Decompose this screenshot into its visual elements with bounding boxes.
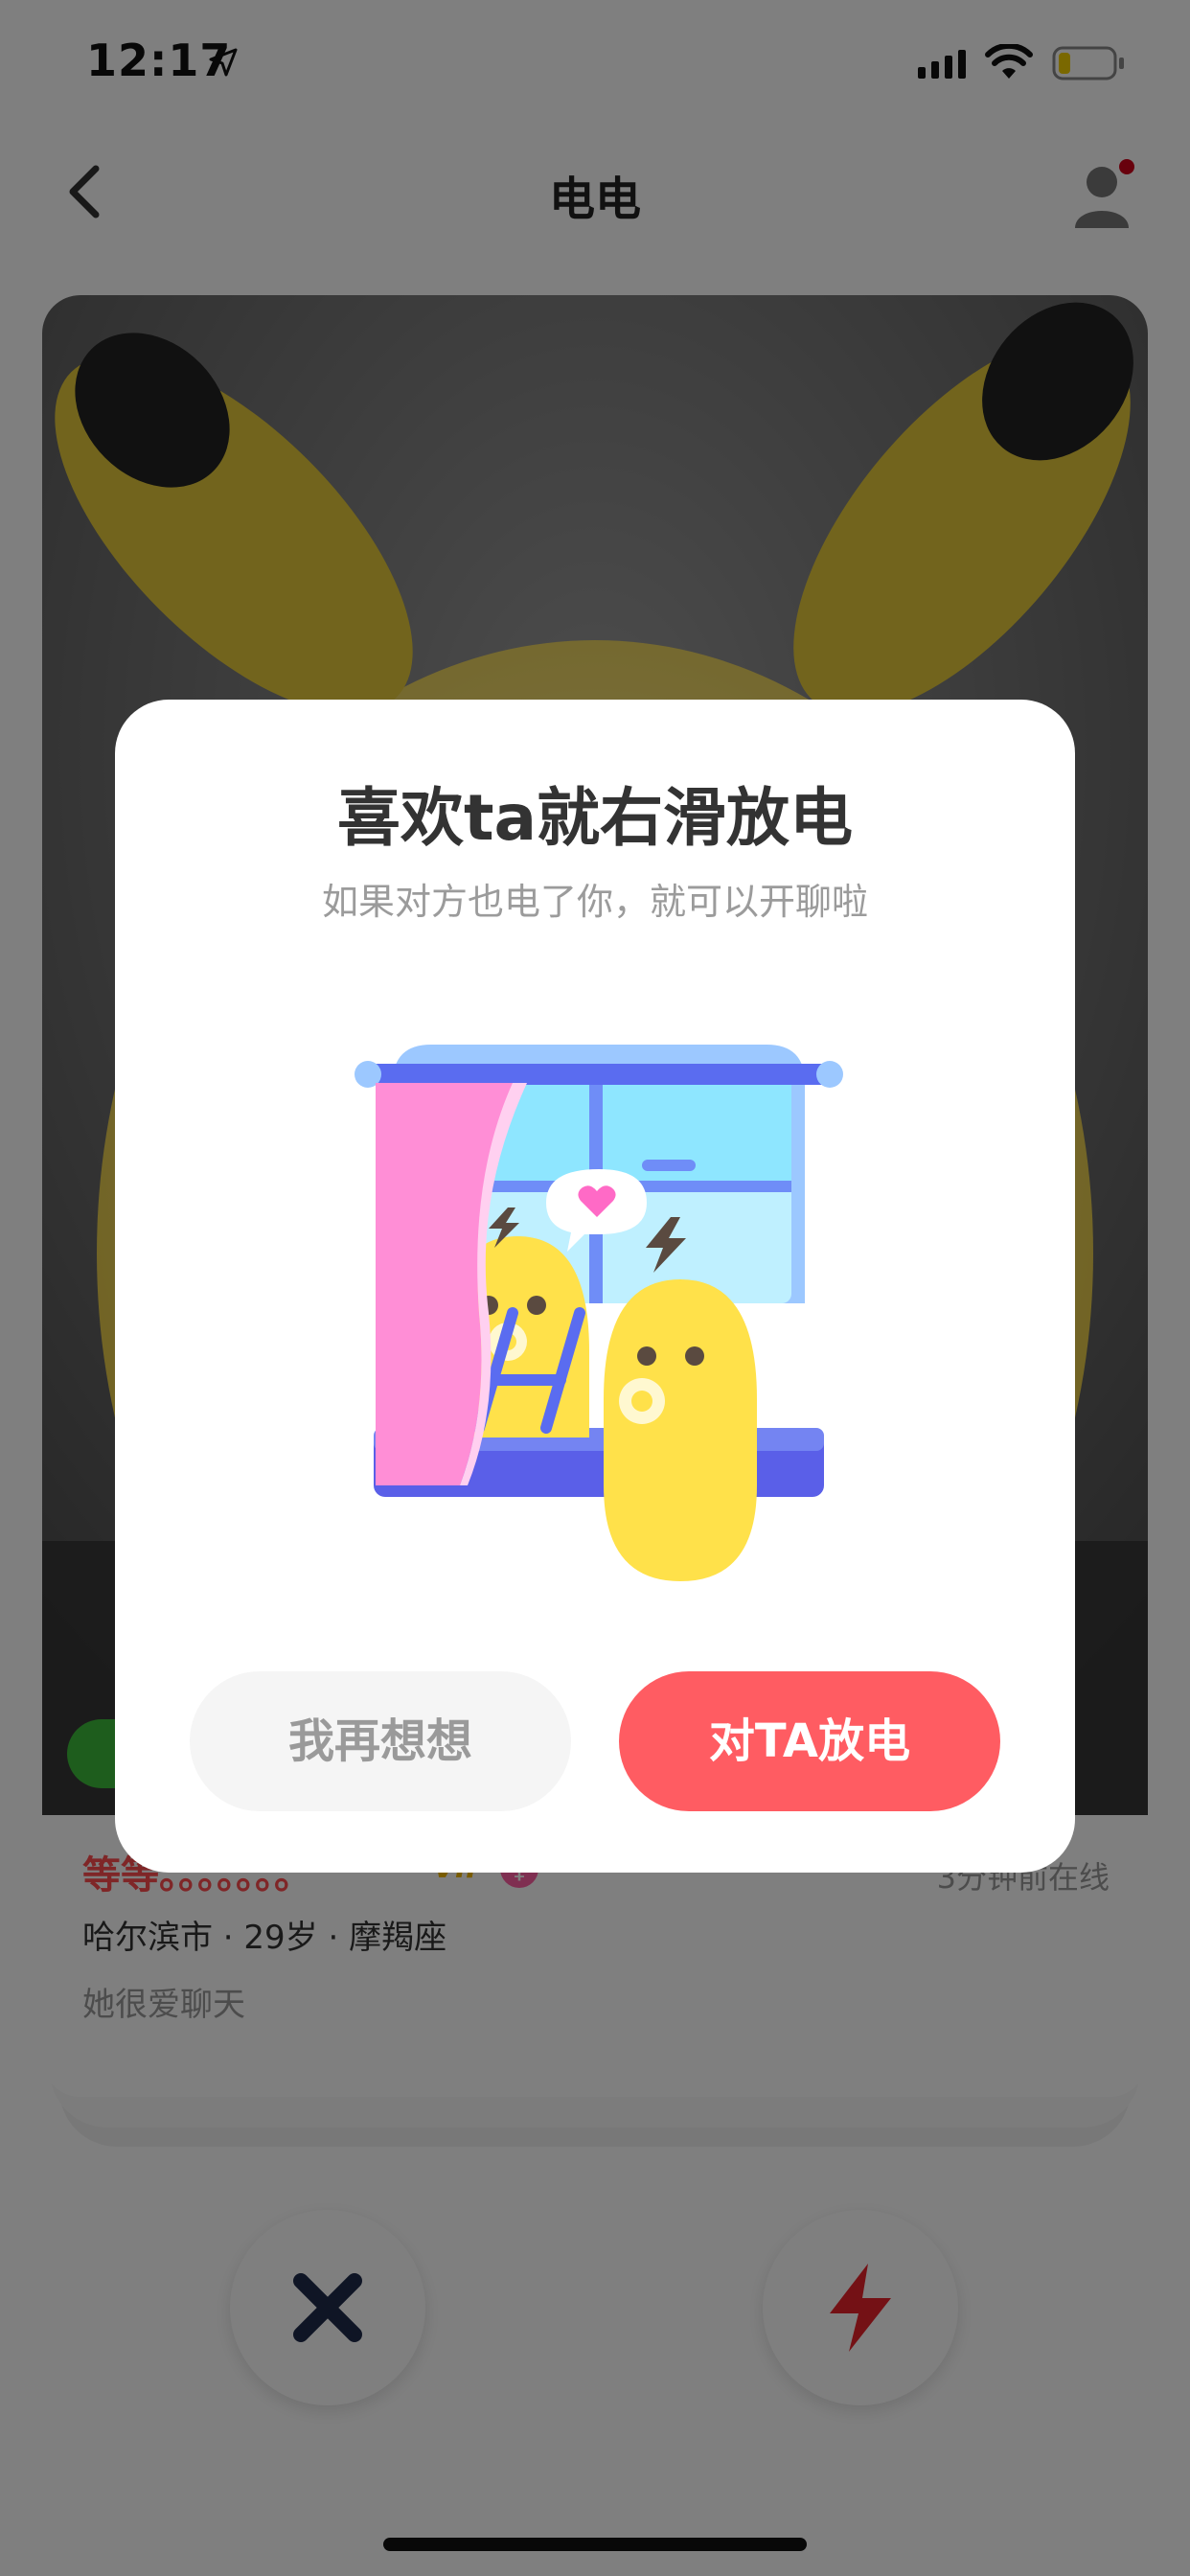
zap-them-button[interactable]: 对TA放电 — [619, 1671, 1000, 1811]
think-again-button[interactable]: 我再想想 — [190, 1671, 571, 1811]
screen: 12:17 电电 — [0, 0, 1190, 2576]
window-couple-illustration — [355, 1045, 843, 1581]
dialog-subtitle: 如果对方也电了你，就可以开聊啦 — [321, 881, 868, 923]
swipe-tip-dialog: 喜欢ta就右滑放电 如果对方也电了你，就可以开聊啦 我再想想 对TA放电 — [115, 700, 1075, 1873]
dialog-title: 喜欢ta就右滑放电 — [336, 781, 854, 855]
